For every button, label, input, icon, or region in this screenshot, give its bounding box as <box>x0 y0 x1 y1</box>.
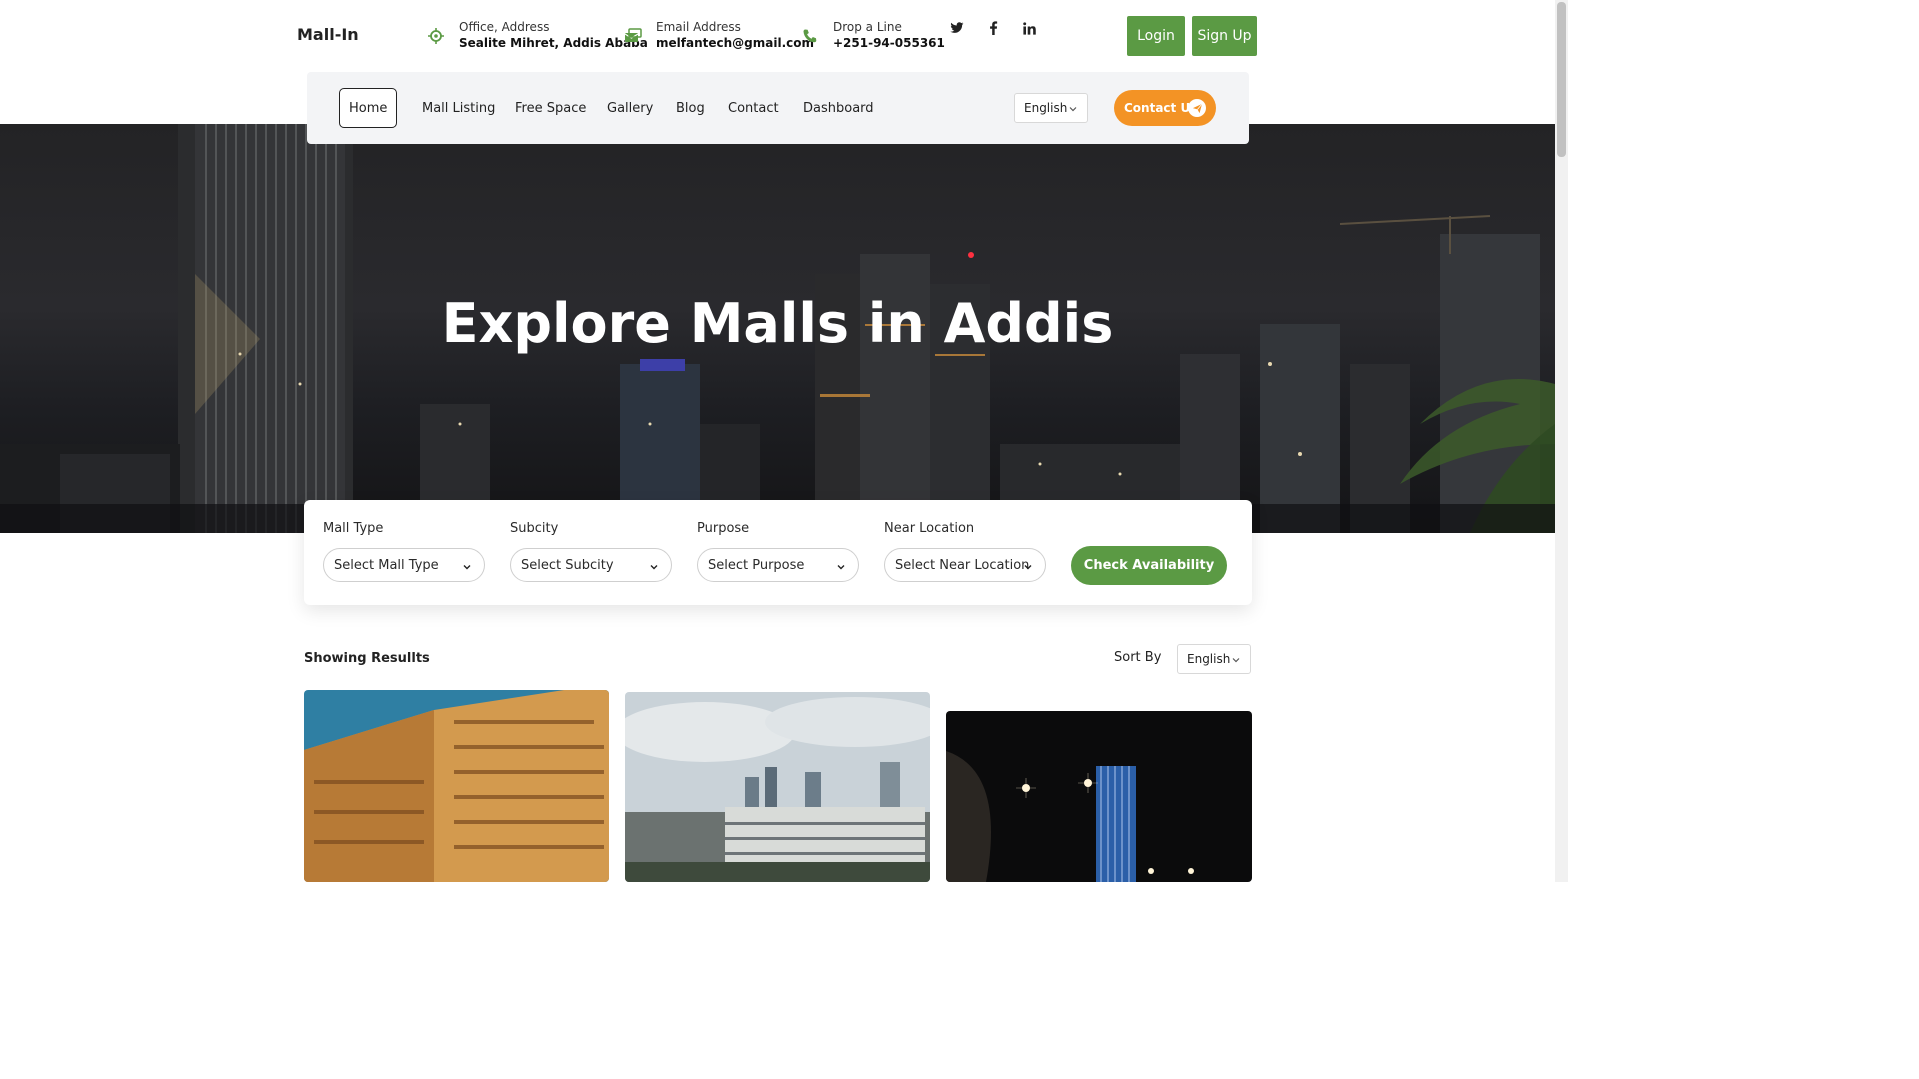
login-button[interactable]: Login <box>1127 16 1185 56</box>
twitter-icon[interactable] <box>947 18 967 38</box>
search-panel: Mall Type Select Mall Type Subcity Selec… <box>304 500 1252 605</box>
send-icon <box>1188 99 1206 117</box>
office-info: Office, Address Sealite Mihret, Addis Ab… <box>423 19 648 52</box>
results-heading: Showing Resullts <box>304 651 430 666</box>
purpose-select[interactable]: Select Purpose <box>697 548 859 582</box>
sort-value: English <box>1187 652 1231 666</box>
chevron-down-icon <box>836 561 846 571</box>
phone-label: Drop a Line <box>833 20 902 34</box>
mall-type-select[interactable]: Select Mall Type <box>323 548 485 582</box>
mall-card-image[interactable] <box>946 711 1252 882</box>
mall-photo <box>625 692 930 882</box>
nav-home[interactable]: Home <box>339 88 398 128</box>
mall-photo <box>946 711 1252 882</box>
chevron-down-icon <box>1231 654 1241 664</box>
sort-select[interactable]: English <box>1177 644 1251 674</box>
language-select[interactable]: English <box>1014 93 1088 123</box>
main-nav: Home Mall Listing Free Space Gallery Blo… <box>307 72 1249 144</box>
email-icon <box>620 23 646 49</box>
nav-gallery[interactable]: Gallery <box>598 88 662 128</box>
hero-banner: Explore Malls in Addis <box>0 124 1555 533</box>
sort-by-label: Sort By <box>1114 650 1162 665</box>
purpose-value: Select Purpose <box>708 557 805 573</box>
nav-contact[interactable]: Contact <box>719 88 788 128</box>
near-location-value: Select Near Location <box>895 557 1030 573</box>
mall-type-value: Select Mall Type <box>334 557 439 573</box>
contact-us-button[interactable]: Contact Us <box>1114 90 1216 126</box>
mall-card-image[interactable] <box>304 690 609 882</box>
location-icon <box>423 23 449 49</box>
chevron-down-icon <box>462 561 472 571</box>
nav-mall-listing[interactable]: Mall Listing <box>413 88 504 128</box>
phone-value[interactable]: +251-94-055361 <box>833 35 945 52</box>
nav-dashboard[interactable]: Dashboard <box>794 88 883 128</box>
linkedin-icon[interactable] <box>1019 18 1039 38</box>
phone-info: Drop a Line +251-94-055361 <box>797 19 945 52</box>
mall-card-image[interactable] <box>625 692 930 882</box>
brand-logo[interactable]: Mall-In <box>297 25 359 44</box>
email-info: Email Address melfantech@gmail.com <box>620 19 814 52</box>
chevron-down-icon <box>1023 561 1033 571</box>
vertical-scrollbar[interactable] <box>1555 0 1568 882</box>
near-location-label: Near Location <box>884 521 975 536</box>
contact-us-label: Contact Us <box>1124 101 1198 115</box>
hero-title: Explore Malls in Addis <box>441 292 1114 355</box>
facebook-icon[interactable] <box>983 18 1003 38</box>
scrollbar-thumb[interactable] <box>1557 2 1566 157</box>
subcity-value: Select Subcity <box>521 557 614 573</box>
mall-type-label: Mall Type <box>323 521 384 536</box>
signup-button[interactable]: Sign Up <box>1192 16 1257 56</box>
subcity-select[interactable]: Select Subcity <box>510 548 672 582</box>
nav-free-space[interactable]: Free Space <box>506 88 595 128</box>
language-value: English <box>1024 101 1068 115</box>
purpose-label: Purpose <box>697 521 750 536</box>
phone-icon <box>797 23 823 49</box>
near-location-select[interactable]: Select Near Location <box>884 548 1046 582</box>
email-value[interactable]: melfantech@gmail.com <box>656 35 814 52</box>
nav-blog[interactable]: Blog <box>667 88 714 128</box>
email-label: Email Address <box>656 20 741 34</box>
subcity-label: Subcity <box>510 521 559 536</box>
check-availability-button[interactable]: Check Availability <box>1071 546 1227 585</box>
mall-photo <box>304 690 609 882</box>
chevron-down-icon <box>649 561 659 571</box>
chevron-down-icon <box>1068 103 1078 113</box>
